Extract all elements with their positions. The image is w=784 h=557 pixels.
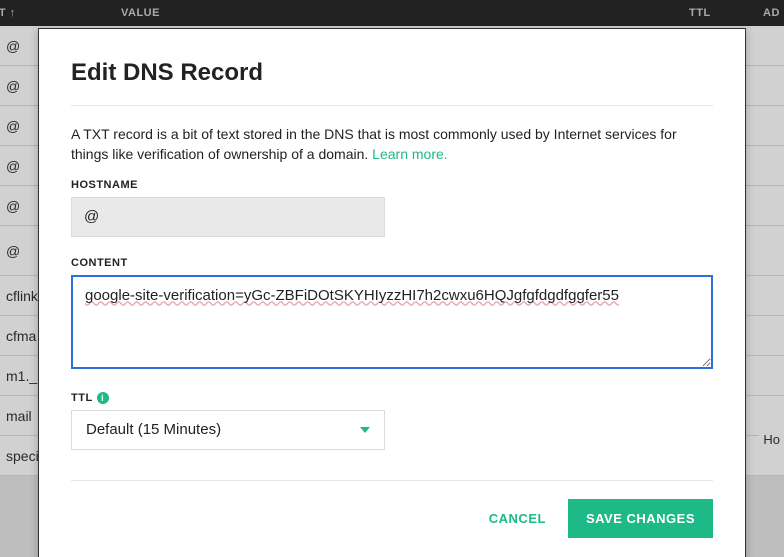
edit-dns-modal: Edit DNS Record A TXT record is a bit of… [38,28,746,557]
ttl-label: TTL i [71,392,713,404]
save-button[interactable]: SAVE CHANGES [568,499,713,538]
modal-description: A TXT record is a bit of text stored in … [71,124,713,165]
page-background: OST ↑ VALUE TTL AD @ @ @ @ @ @ cflink cf… [0,0,784,557]
content-textarea[interactable]: google-site-verification=yGc-ZBFiDOtSKYH… [71,275,713,369]
ttl-label-text: TTL [71,392,93,404]
modal-overlay: Edit DNS Record A TXT record is a bit of… [0,0,784,557]
learn-more-link[interactable]: Learn more. [372,146,447,162]
modal-actions: CANCEL SAVE CHANGES [71,499,713,538]
modal-title: Edit DNS Record [71,59,713,87]
info-icon[interactable]: i [97,392,109,404]
hostname-input[interactable] [71,197,385,237]
chevron-down-icon [360,427,370,433]
divider [71,105,713,106]
hostname-label: HOSTNAME [71,179,713,191]
ttl-select[interactable]: Default (15 Minutes) [71,410,385,450]
content-label: CONTENT [71,257,713,269]
cancel-button[interactable]: CANCEL [489,511,546,526]
divider [71,480,713,481]
ttl-selected-value: Default (15 Minutes) [86,421,221,438]
